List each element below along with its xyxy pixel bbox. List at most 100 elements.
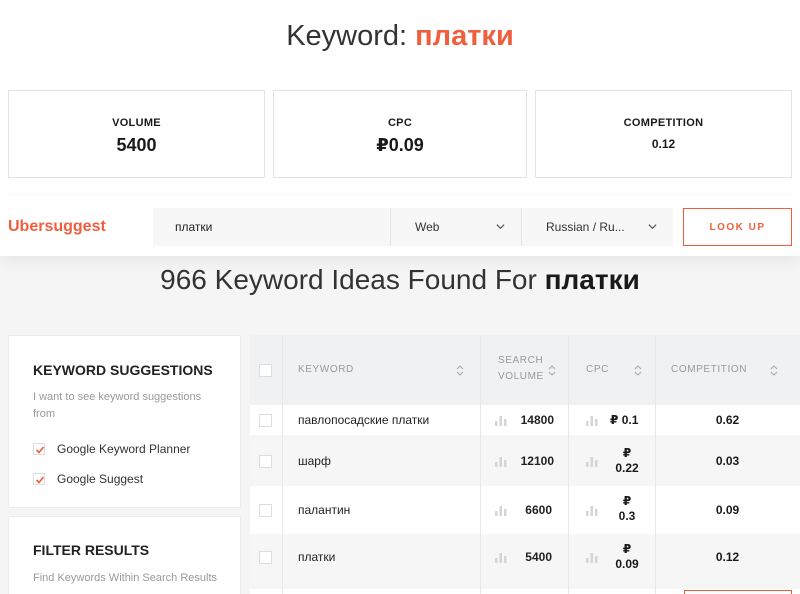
row-checkbox[interactable]: [259, 455, 272, 468]
row-keyword[interactable]: павлопосадские платки: [298, 413, 429, 427]
column-keyword[interactable]: KEYWORD: [282, 335, 480, 405]
cpc-amount: 0.1: [621, 413, 639, 427]
trend-bar-chart-icon[interactable]: [586, 456, 598, 467]
row-competition: 0.12: [715, 550, 740, 564]
table-row[interactable]: палантин 6600 ₽0.3 0.09: [250, 486, 800, 534]
option-google-keyword-planner[interactable]: Google Keyword Planner: [33, 442, 190, 456]
competition-card: COMPETITION 0.12: [535, 90, 792, 178]
trend-bar-chart-icon[interactable]: [495, 505, 507, 516]
cpc-amount: 0.22: [615, 461, 639, 475]
filter-results-panel: FILTER RESULTS Find Keywords Within Sear…: [8, 516, 241, 594]
language-select-value: Russian / Ru...: [546, 220, 625, 234]
row-keyword[interactable]: платки: [298, 550, 335, 564]
row-competition: 0.62: [715, 413, 740, 427]
trend-bar-chart-icon[interactable]: [495, 552, 507, 563]
row-keyword[interactable]: шарф: [298, 454, 331, 468]
sort-icon: [548, 365, 556, 376]
column-volume-label-2: VOLUME: [498, 371, 544, 382]
cpc-value: ₽0.09: [376, 135, 424, 155]
competition-value: 0.12: [651, 137, 676, 151]
column-competition-label: COMPETITION: [671, 364, 748, 375]
check-icon: [35, 446, 45, 454]
column-divider: [655, 335, 656, 594]
volume-label: VOLUME: [112, 117, 161, 129]
results-heading-keyword: платки: [544, 264, 640, 295]
row-volume: 14800: [520, 413, 554, 427]
column-divider: [568, 335, 569, 594]
option-label: Google Keyword Planner: [57, 442, 191, 456]
row-competition: 0.03: [715, 454, 740, 468]
trend-bar-chart-icon[interactable]: [586, 552, 598, 563]
row-keyword[interactable]: палантин: [298, 503, 350, 517]
row-checkbox[interactable]: [259, 414, 272, 427]
filter-title: FILTER RESULTS: [33, 542, 150, 558]
trend-bar-chart-icon[interactable]: [495, 415, 507, 426]
select-all-checkbox[interactable]: [259, 364, 272, 377]
cpc-label: CPC: [387, 117, 413, 129]
cpc-amount: 0.09: [615, 557, 639, 571]
trend-bar-chart-icon[interactable]: [586, 505, 598, 516]
look-up-button[interactable]: LOOK UP: [683, 208, 792, 246]
language-select[interactable]: Russian / Ru...: [521, 208, 673, 246]
search-form: Web Russian / Ru...: [153, 208, 673, 246]
table-row[interactable]: павлопосадские платки 14800 ₽ 0.1 0.62: [250, 405, 800, 435]
title-keyword: платки: [415, 20, 514, 52]
row-volume: 5400: [525, 550, 552, 564]
cpc-card: CPC ₽0.09: [273, 90, 527, 178]
column-volume-label-1: SEARCH: [498, 355, 544, 366]
option-google-suggest[interactable]: Google Suggest: [33, 472, 143, 486]
column-keyword-label: KEYWORD: [298, 364, 354, 375]
table-header: KEYWORD SEARCH VOLUME CPC COMPETITION: [250, 335, 800, 405]
keyword-ideas-table: KEYWORD SEARCH VOLUME CPC COMPETITION па…: [250, 335, 800, 594]
column-divider: [480, 335, 481, 594]
search-bar: Ubersuggest Web Russian / Ru... LOOK UP: [0, 196, 800, 256]
cpc-amount: 0.3: [618, 509, 636, 523]
keyword-overview: Keyword: платки VOLUME 5400 CPC ₽0.09 CO…: [0, 0, 800, 196]
results-heading-prefix: 966 Keyword Ideas Found For: [160, 264, 545, 295]
option-label: Google Suggest: [57, 472, 144, 486]
partial-button-edge[interactable]: [684, 590, 792, 594]
sort-icon: [634, 365, 642, 376]
row-checkbox[interactable]: [259, 551, 272, 564]
currency-symbol: ₽: [610, 413, 619, 427]
row-competition: 0.09: [715, 503, 740, 517]
column-search-volume[interactable]: SEARCH VOLUME: [480, 335, 568, 405]
title-prefix: Keyword:: [286, 20, 416, 52]
ubersuggest-logo[interactable]: Ubersuggest: [8, 218, 106, 236]
row-cpc: ₽0.09: [614, 542, 640, 572]
sort-icon: [456, 365, 464, 376]
row-cpc: ₽ 0.1: [610, 413, 638, 428]
row-volume: 6600: [525, 503, 552, 517]
suggestions-title: KEYWORD SUGGESTIONS: [33, 362, 213, 378]
sort-icon: [770, 365, 778, 376]
checkbox[interactable]: [33, 443, 45, 455]
column-divider: [282, 335, 283, 594]
volume-value: 5400: [116, 135, 157, 155]
keyword-suggestions-panel: KEYWORD SUGGESTIONS I want to see keywor…: [8, 335, 241, 508]
column-cpc-label: CPC: [586, 364, 609, 375]
row-cpc: ₽0.3: [616, 494, 638, 524]
row-cpc: ₽0.22: [614, 446, 640, 476]
results-heading: 966 Keyword Ideas Found For платки: [0, 264, 800, 296]
column-cpc[interactable]: CPC: [568, 335, 655, 405]
source-select-value: Web: [415, 220, 440, 234]
trend-bar-chart-icon[interactable]: [495, 456, 507, 467]
check-icon: [35, 476, 45, 484]
trend-bar-chart-icon[interactable]: [586, 415, 598, 426]
suggestions-desc: I want to see keyword suggestions from: [33, 391, 202, 420]
table-row[interactable]: платки 5400 ₽0.09 0.12: [250, 534, 800, 589]
currency-symbol: ₽: [622, 542, 632, 556]
volume-card: VOLUME 5400: [8, 90, 265, 178]
search-input[interactable]: [153, 208, 390, 246]
row-checkbox[interactable]: [259, 504, 272, 517]
source-select[interactable]: Web: [390, 208, 521, 246]
column-competition[interactable]: COMPETITION: [655, 335, 800, 405]
row-volume: 12100: [520, 454, 554, 468]
checkbox[interactable]: [33, 473, 45, 485]
currency-symbol: ₽: [622, 446, 632, 460]
table-row[interactable]: шарф 12100 ₽0.22 0.03: [250, 435, 800, 486]
page-title: Keyword: платки: [0, 20, 800, 53]
filter-desc: Find Keywords Within Search Results: [33, 572, 218, 584]
currency-symbol: ₽: [622, 494, 632, 508]
chevron-down-icon: [496, 224, 505, 230]
